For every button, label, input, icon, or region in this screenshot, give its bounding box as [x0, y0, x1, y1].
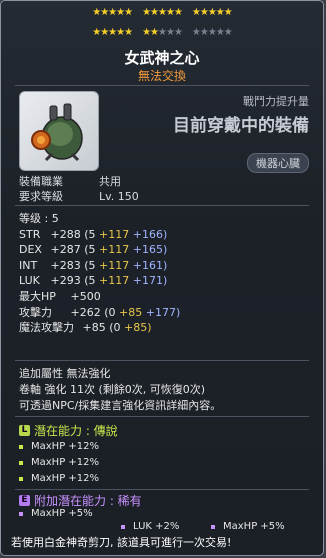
scissors-trade-notice: 若使用白金神奇剪刀, 該道具可進行一次交易!	[11, 536, 232, 549]
item-tooltip: ★★★★★ ★★★★★ ★★★★★ ★★★★★ ★★★★★ ★★★★★ 女武神之…	[0, 0, 324, 556]
bullet-icon	[19, 460, 23, 465]
star-group: ★★★★★	[142, 7, 183, 18]
bonus-potential-header: E 附加潛在能力 : 稀有	[19, 492, 142, 509]
divider	[15, 360, 309, 361]
upgrade-note: 可透過NPC/採集建言強化資訊詳細內容。	[19, 399, 222, 412]
star-force-row-1: ★★★★★ ★★★★★ ★★★★★	[1, 7, 323, 18]
stat-line-attack: 攻擊力 +262 (0 +85 +177)	[19, 305, 181, 319]
scroll-upgrade-info: 卷軸 強化 11次 (剩餘0次, 可恢復0次)	[19, 383, 206, 396]
divider	[15, 205, 309, 206]
stat-line-maxhp: 最大HP +500	[19, 289, 101, 303]
bullet-icon	[19, 476, 23, 481]
requirement-row: 裝備職業 共用	[19, 175, 121, 188]
machine-heart-icon	[31, 103, 83, 162]
item-icon-box	[19, 91, 99, 171]
legendary-grade-icon: L	[19, 425, 30, 436]
stat-line-int: INT +283 (5 +117 +161)	[19, 258, 168, 272]
potential-line: MaxHP +12%	[19, 457, 99, 468]
star-group: ★★★★★	[191, 27, 233, 38]
upgrade-level: 等级 : 5	[19, 212, 59, 225]
bullet-icon	[211, 524, 215, 529]
bonus-potential-line: LUK +2%	[121, 521, 179, 532]
power-increase-label: 戰鬥力提升量	[243, 95, 309, 108]
potential-line: MaxHP +12%	[19, 473, 99, 484]
potential-header: L 潛在能力 : 傳說	[19, 422, 118, 439]
star-group: ★★★★★	[92, 7, 133, 18]
bonus-potential-line: MaxHP +5%	[211, 521, 285, 532]
current-equipped-label: 目前穿戴中的裝備	[173, 116, 309, 136]
stats-block: 等级 : 5 STR +288 (5 +117 +166) DEX +287 (…	[19, 211, 180, 336]
stat-line-luk: LUK +293 (5 +117 +171)	[19, 274, 168, 288]
divider	[15, 489, 309, 490]
untradable-label: 無法交換	[137, 69, 186, 83]
star-group: ★★★★★	[92, 27, 133, 38]
item-name: 女武神之心	[124, 49, 200, 67]
star-group: ★★★★★	[142, 27, 183, 38]
potential-line: MaxHP +12%	[19, 441, 99, 452]
stat-line-dex: DEX +287 (5 +117 +165)	[19, 243, 168, 257]
bonus-potential-line: MaxHP +5%	[19, 508, 93, 519]
stat-line-magic-attack: 魔法攻擊力 +85 (0 +85)	[19, 321, 152, 335]
bullet-icon	[19, 444, 23, 449]
divider	[15, 416, 309, 417]
star-group: ★★★★★	[191, 7, 233, 18]
epic-grade-icon: E	[19, 495, 30, 506]
divider	[15, 85, 309, 86]
star-force-row-2: ★★★★★ ★★★★★ ★★★★★	[1, 27, 323, 38]
additional-attribute: 追加屬性 無法強化	[19, 367, 111, 380]
equip-slot-badge: 機器心臟	[247, 153, 309, 173]
requirement-row: 要求等級 Lv. 150	[19, 190, 139, 203]
bullet-icon	[121, 524, 125, 529]
stat-line-str: STR +288 (5 +117 +166)	[19, 227, 168, 241]
bullet-icon	[19, 511, 23, 516]
